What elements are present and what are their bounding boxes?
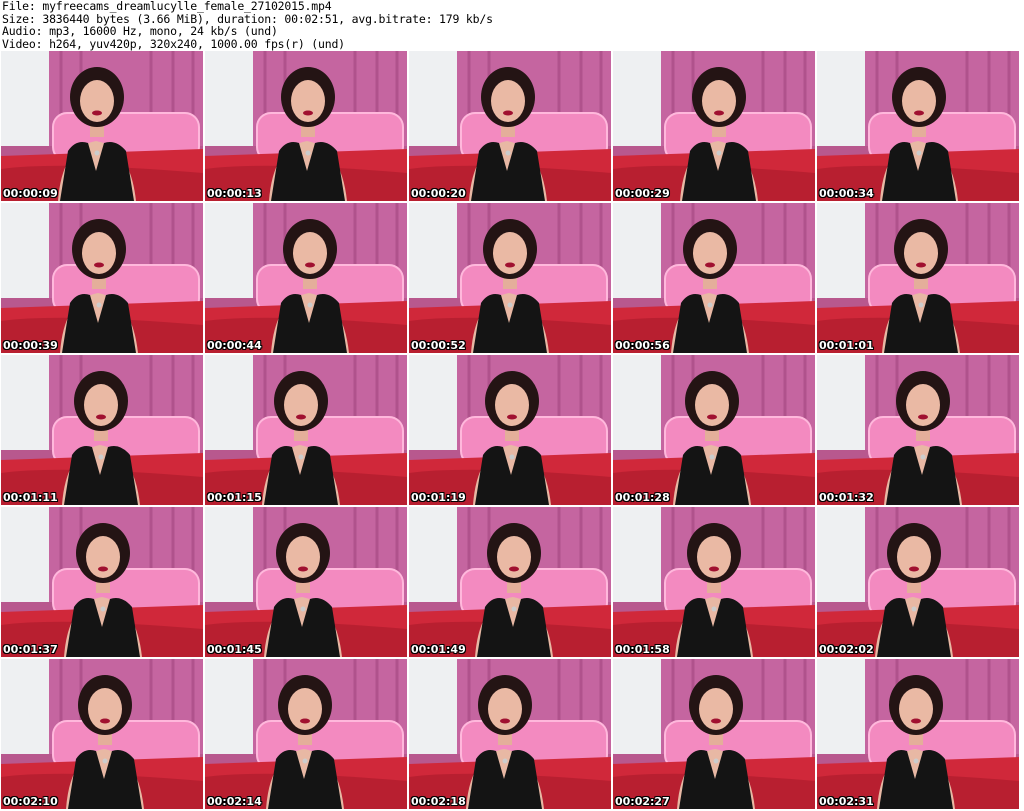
video-thumbnail: 00:01:19	[409, 355, 611, 505]
video-thumbnail: 00:02:27	[613, 659, 815, 809]
video-thumbnail: 00:00:44	[205, 203, 407, 353]
video-thumbnail: 00:01:45	[205, 507, 407, 657]
video-frame-image	[205, 203, 407, 353]
video-frame-image	[409, 203, 611, 353]
video-frame-image	[1, 507, 203, 657]
thumbnail-timestamp: 00:00:56	[615, 339, 670, 352]
thumbnail-timestamp: 00:02:31	[819, 795, 874, 808]
thumbnail-timestamp: 00:01:19	[411, 491, 466, 504]
thumbnail-timestamp: 00:01:58	[615, 643, 670, 656]
video-frame-image	[409, 355, 611, 505]
thumbnail-timestamp: 00:00:09	[3, 187, 58, 200]
video-thumbnail: 00:02:10	[1, 659, 203, 809]
thumbnail-timestamp: 00:02:10	[3, 795, 58, 808]
video-thumbnail: 00:02:14	[205, 659, 407, 809]
thumbnail-timestamp: 00:02:18	[411, 795, 466, 808]
thumbnail-timestamp: 00:00:13	[207, 187, 262, 200]
video-frame-image	[205, 507, 407, 657]
video-frame-image	[409, 507, 611, 657]
video-thumbnail: 00:01:11	[1, 355, 203, 505]
thumbnail-grid: 00:00:09 00:00:13 00:00:20 00:00:29 00:00:34…	[0, 50, 1024, 811]
thumbnail-timestamp: 00:02:14	[207, 795, 262, 808]
thumbnail-timestamp: 00:00:34	[819, 187, 874, 200]
thumbnail-timestamp: 00:01:28	[615, 491, 670, 504]
thumbnail-timestamp: 00:02:27	[615, 795, 670, 808]
thumbnail-timestamp: 00:01:11	[3, 491, 58, 504]
thumbnail-timestamp: 00:01:01	[819, 339, 874, 352]
thumbnail-timestamp: 00:00:20	[411, 187, 466, 200]
video-thumbnail: 00:01:28	[613, 355, 815, 505]
video-thumbnail: 00:00:29	[613, 51, 815, 201]
thumbnail-timestamp: 00:00:39	[3, 339, 58, 352]
thumbnail-timestamp: 00:00:44	[207, 339, 262, 352]
video-frame-image	[613, 507, 815, 657]
video-frame-image	[817, 659, 1019, 809]
video-thumbnail: 00:00:09	[1, 51, 203, 201]
video-thumbnail: 00:01:49	[409, 507, 611, 657]
video-thumbnail: 00:01:32	[817, 355, 1019, 505]
video-thumbnail: 00:01:37	[1, 507, 203, 657]
video-frame-image	[817, 51, 1019, 201]
video-thumbnail: 00:00:20	[409, 51, 611, 201]
video-info-line: Video: h264, yuv420p, 320x240, 1000.00 f…	[2, 36, 345, 51]
video-frame-image	[1, 51, 203, 201]
video-frame-image	[613, 659, 815, 809]
video-thumbnail: 00:02:31	[817, 659, 1019, 809]
video-thumbnail: 00:00:39	[1, 203, 203, 353]
thumbnail-timestamp: 00:01:37	[3, 643, 58, 656]
video-thumbnail: 00:02:02	[817, 507, 1019, 657]
video-frame-image	[1, 659, 203, 809]
thumbnail-timestamp: 00:00:29	[615, 187, 670, 200]
audio-info-line: Audio: mp3, 16000 Hz, mono, 24 kb/s (und…	[2, 24, 278, 38]
video-frame-image	[817, 355, 1019, 505]
video-frame-image	[817, 507, 1019, 657]
video-frame-image	[1, 355, 203, 505]
video-frame-image	[205, 51, 407, 201]
thumbnail-timestamp: 00:00:52	[411, 339, 466, 352]
video-thumbnail: 00:00:56	[613, 203, 815, 353]
video-frame-image	[613, 203, 815, 353]
file-info-header: File: myfreecams_dreamlucylle_female_271…	[0, 0, 1024, 50]
video-thumbnail: 00:01:01	[817, 203, 1019, 353]
video-frame-image	[409, 659, 611, 809]
video-frame-image	[613, 355, 815, 505]
video-thumbnail: 00:01:15	[205, 355, 407, 505]
video-thumbnail: 00:01:58	[613, 507, 815, 657]
video-frame-image	[1, 203, 203, 353]
thumbnail-timestamp: 00:01:15	[207, 491, 262, 504]
video-thumbnail: 00:00:34	[817, 51, 1019, 201]
file-name-line: File: myfreecams_dreamlucylle_female_271…	[2, 0, 332, 13]
video-frame-image	[409, 51, 611, 201]
video-thumbnail: 00:00:52	[409, 203, 611, 353]
video-frame-image	[817, 203, 1019, 353]
thumbnail-timestamp: 00:01:49	[411, 643, 466, 656]
thumbnail-timestamp: 00:02:02	[819, 643, 874, 656]
video-thumbnail: 00:02:18	[409, 659, 611, 809]
thumbnail-timestamp: 00:01:32	[819, 491, 874, 504]
video-frame-image	[613, 51, 815, 201]
video-frame-image	[205, 659, 407, 809]
video-thumbnail: 00:00:13	[205, 51, 407, 201]
thumbnail-timestamp: 00:01:45	[207, 643, 262, 656]
video-frame-image	[205, 355, 407, 505]
